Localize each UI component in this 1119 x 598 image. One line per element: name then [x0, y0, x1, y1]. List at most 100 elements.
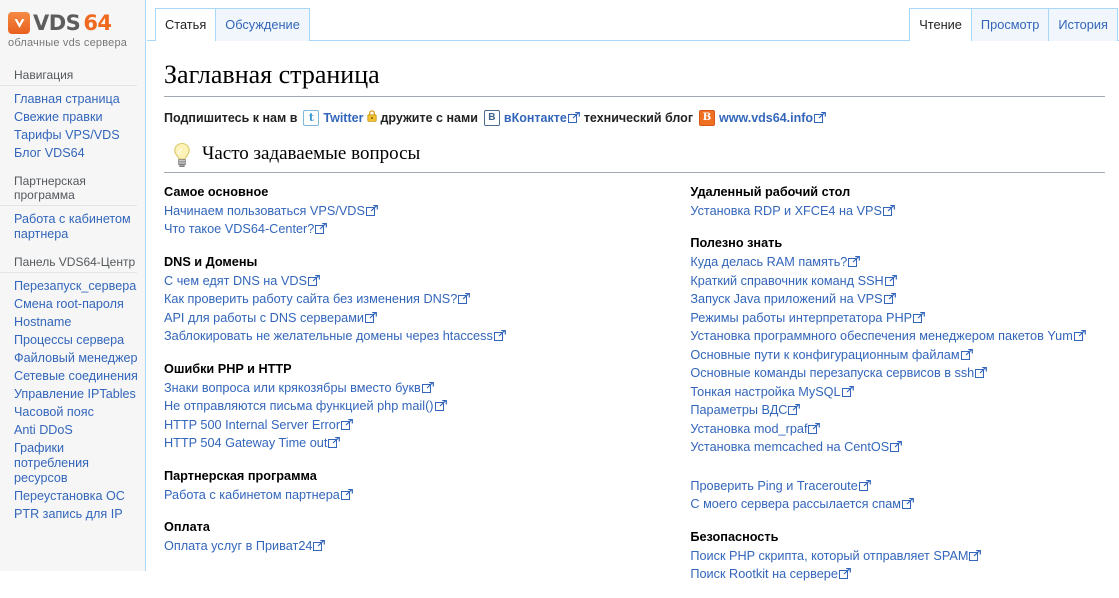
external-link-icon	[365, 204, 378, 216]
external-link-icon	[567, 111, 580, 123]
external-link-icon	[458, 292, 471, 304]
external-link-icon	[858, 479, 871, 491]
faq-link[interactable]: HTTP 504 Gateway Time out	[164, 436, 341, 450]
faq-link[interactable]: Основные команды перезапуска сервисов в …	[690, 366, 988, 380]
faq-link[interactable]: HTTP 500 Internal Server Error	[164, 418, 353, 432]
faq-link[interactable]: Режимы работы интерпретатора PHP	[690, 311, 925, 325]
faq-link-label: Режимы работы интерпретатора PHP	[690, 310, 913, 325]
faq-link[interactable]: Куда делась RAM память?	[690, 255, 861, 269]
faq-link[interactable]: Установка memcached на CentOS	[690, 440, 903, 454]
tab-discussion[interactable]: Обсуждение	[215, 8, 310, 41]
sidebar-item-hostname[interactable]: Hostname	[0, 313, 145, 331]
sidebar-item-ptr-record[interactable]: PTR запись для IP	[0, 505, 145, 523]
subscribe-middle: дружите с нами	[380, 110, 478, 125]
list-item: Режимы работы интерпретатора PHP	[690, 309, 1105, 328]
sidebar-item-os-reinstall[interactable]: Переустановка ОС	[0, 487, 145, 505]
faq-link[interactable]: Установка mod_rpaf	[690, 422, 821, 436]
sidebar-item-file-manager[interactable]: Файловый менеджер	[0, 349, 145, 367]
sidebar-item-server-processes[interactable]: Процессы сервера	[0, 331, 145, 349]
sidebar-item-anti-ddos[interactable]: Anti DDoS	[0, 421, 145, 439]
faq-link[interactable]: Установка программного обеспечения менед…	[690, 329, 1086, 343]
list-item: HTTP 500 Internal Server Error	[164, 416, 674, 435]
list-item: Поиск Rootkit на сервере	[690, 565, 1105, 584]
faq-group-title: DNS и Домены	[164, 254, 258, 269]
tab-history[interactable]: История	[1048, 8, 1118, 41]
faq-link[interactable]: Оплата услуг в Приват24	[164, 539, 326, 553]
faq-link[interactable]: Заблокировать не желательные домены чере…	[164, 329, 506, 343]
sidebar-item-server-restart[interactable]: Перезапуск_сервера	[0, 277, 145, 295]
faq-group-title: Удаленный рабочий стол	[690, 184, 851, 199]
portlet-list-partner: Работа с кабинетом партнера	[0, 210, 145, 243]
site-logo[interactable]: VDS 64 облачные vds сервера	[0, 0, 145, 62]
faq-link[interactable]: С чем едят DNS на VDS	[164, 274, 320, 288]
sidebar-item-timezone[interactable]: Часовой пояс	[0, 403, 145, 421]
external-link-icon	[307, 274, 320, 286]
page-title: Заглавная страница	[164, 59, 1105, 97]
external-link-icon	[788, 403, 801, 415]
sidebar-item-main-page[interactable]: Главная страница	[0, 90, 145, 108]
external-link-icon	[340, 488, 353, 500]
external-link-icon	[365, 311, 377, 323]
sidebar-item-iptables[interactable]: Управление IPTables	[0, 385, 145, 403]
external-link-icon	[969, 549, 982, 561]
faq-link[interactable]: Основные пути к конфигурационным файлам	[690, 348, 973, 362]
wiki-page: VDS 64 облачные vds сервера Навигация Гла…	[0, 0, 1119, 581]
external-link-icon	[975, 366, 988, 378]
faq-link[interactable]: Проверить Ping и Traceroute	[690, 478, 871, 493]
faq-group-remote-desktop: Удаленный рабочий стол Установка RDP и X…	[690, 183, 1105, 221]
faq-link[interactable]: Как проверить работу сайта без изменения…	[164, 292, 471, 306]
faq-link[interactable]: Поиск PHP скрипта, который отправляет SP…	[690, 548, 982, 563]
sidebar-item-network-connections[interactable]: Сетевые соединения	[0, 367, 145, 385]
faq-link-label: Проверить Ping и Traceroute	[690, 478, 858, 493]
faq-link-label: Оплата услуг в Приват24	[164, 539, 313, 553]
faq-link[interactable]: Тонкая настройка MySQL	[690, 385, 854, 399]
vkontakte-link[interactable]: вКонтакте	[504, 110, 580, 126]
faq-link[interactable]: Не отправляются письма функцией php mail…	[164, 399, 447, 413]
faq-link[interactable]: Запуск Java приложений на VPS	[690, 292, 896, 306]
faq-link[interactable]: Установка RDP и XFCE4 на VPS	[690, 204, 895, 218]
tab-read[interactable]: Чтение	[909, 8, 972, 42]
faq-link-list: Работа с кабинетом партнера	[164, 486, 674, 505]
faq-link[interactable]: Что такое VDS64-Center?	[164, 222, 328, 236]
faq-link[interactable]: Параметры ВДС	[690, 403, 801, 417]
faq-link-label: Что такое VDS64-Center?	[164, 222, 315, 236]
list-item: Основные пути к конфигурационным файлам	[690, 346, 1105, 365]
faq-link-label: Работа с кабинетом партнера	[164, 487, 340, 502]
list-item: HTTP 504 Gateway Time out	[164, 434, 674, 453]
faq-link-label: Поиск PHP скрипта, который отправляет SP…	[690, 548, 969, 563]
faq-link[interactable]: Краткий справочник команд SSH	[690, 274, 897, 288]
faq-link[interactable]: С моего сервера рассылается спам	[690, 497, 914, 511]
external-link-icon	[838, 567, 851, 579]
sidebar-item-blog[interactable]: Блог VDS64	[0, 144, 145, 162]
tab-view-source[interactable]: Просмотр	[970, 8, 1050, 41]
faq-link-list: Поиск PHP скрипта, который отправляет SP…	[690, 547, 1105, 584]
sidebar-item-recent-changes[interactable]: Свежие правки	[0, 108, 145, 126]
faq-link-list: Куда делась RAM память? Краткий справочн…	[690, 253, 1105, 457]
faq-link[interactable]: API для работы с DNS серверами	[164, 311, 377, 325]
faq-link-label: Установка программного обеспечения менед…	[690, 329, 1073, 343]
faq-link[interactable]: Поиск Rootkit на сервере	[690, 567, 851, 581]
faq-link[interactable]: Работа с кабинетом партнера	[164, 488, 353, 502]
external-link-icon	[808, 422, 821, 434]
faq-link[interactable]: Знаки вопроса или крякозябры вместо букв	[164, 381, 434, 395]
faq-link-label: Знаки вопроса или крякозябры вместо букв	[164, 380, 421, 395]
list-item: Начинаем пользоваться VPS/VDS	[164, 202, 674, 221]
sidebar-item-partner-cabinet[interactable]: Работа с кабинетом партнера	[0, 210, 145, 243]
twitter-link[interactable]: Twitter	[323, 110, 363, 126]
faq-link-label: Не отправляются письма функцией php mail…	[164, 399, 434, 413]
sidebar-item-resource-graphs[interactable]: Графики потребления ресурсов	[0, 439, 145, 487]
tab-bar: Статья Обсуждение Чтение Просмотр Истори…	[147, 0, 1119, 42]
faq-link-label: Начинаем пользоваться VPS/VDS	[164, 203, 365, 218]
lightbulb-icon	[171, 142, 193, 168]
faq-group-dns: DNS и Домены С чем едят DNS на VDS Как п…	[164, 253, 674, 346]
faq-link-list: Начинаем пользоваться VPS/VDS Что такое …	[164, 202, 674, 239]
list-item: Что такое VDS64-Center?	[164, 220, 674, 239]
external-link-icon	[882, 204, 895, 216]
sidebar-item-tariffs[interactable]: Тарифы VPS/VDS	[0, 126, 145, 144]
tab-article[interactable]: Статья	[155, 8, 217, 42]
sidebar-item-root-password[interactable]: Смена root-пароля	[0, 295, 145, 313]
faq-link[interactable]: Начинаем пользоваться VPS/VDS	[164, 204, 378, 218]
content-area: Статья Обсуждение Чтение Просмотр Истори…	[147, 0, 1119, 581]
website-link[interactable]: www.vds64.info	[719, 110, 826, 126]
faq-link-list: С чем едят DNS на VDS Как проверить рабо…	[164, 272, 674, 346]
